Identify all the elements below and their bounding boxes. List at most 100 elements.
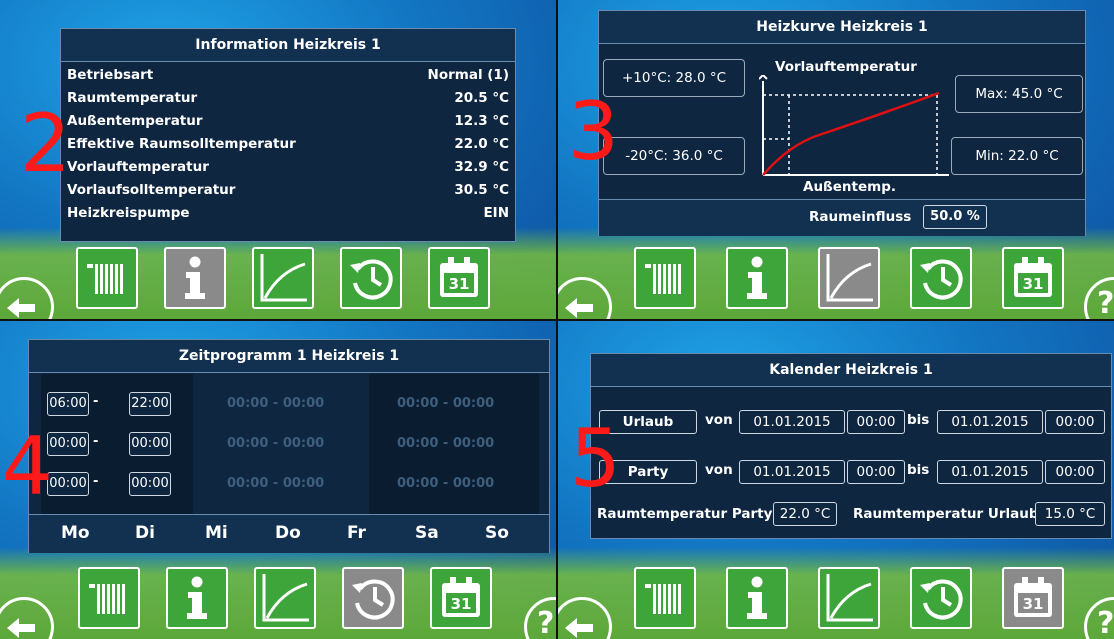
heating-curve-screen: Heizkurve Heizkreis 1 Raumeinfluss 50.0 … [558,0,1114,319]
time-dash: - [93,394,99,409]
day-so[interactable]: So [485,523,509,543]
urlaub-to-date[interactable]: 01.01.2015 [937,410,1043,434]
urlaub-from-date[interactable]: 01.01.2015 [739,410,845,434]
radiator-icon [89,584,125,614]
minus20-button[interactable]: -20°C: 36.0 °C [603,137,745,175]
calendar-button[interactable]: 31 [1002,567,1064,629]
nav-icon-bar: 31 [634,567,1064,629]
urlaub-temp-field[interactable]: 15.0 °C [1035,502,1105,526]
curve-icon [826,574,873,622]
info-value: 32.9 °C [454,159,509,175]
info-panel: Information Heizkreis 1 Betriebsart Norma… [60,28,516,242]
time-program-button[interactable] [340,247,402,309]
calendar-button[interactable]: 31 [430,567,492,629]
radiator-button[interactable] [78,567,140,629]
party-temp-field[interactable]: 22.0 °C [773,502,837,526]
inactive-time-slot[interactable]: 00:00 - 00:00 [227,436,324,451]
calendar-icon: 31 [1014,257,1052,297]
time-program-screen: Zeitprogramm 1 Heizkreis 1 06:00 - 22:00… [0,321,556,639]
calendar-button[interactable]: 31 [428,247,490,309]
inactive-time-slot[interactable]: 00:00 - 00:00 [397,396,494,411]
day-do[interactable]: Do [275,523,301,543]
radiator-button[interactable] [634,247,696,309]
curve-icon [826,254,873,302]
time-start-field[interactable]: 00:00 [47,432,89,456]
calendar-day-text: 31 [451,595,472,613]
y-axis-arrow [759,75,768,80]
max-button[interactable]: Max: 45.0 °C [955,75,1083,113]
raumeinfluss-value[interactable]: 50.0 % [923,205,987,229]
curve-icon [260,254,307,302]
info-icon [747,256,767,299]
party-from-date[interactable]: 01.01.2015 [739,460,845,484]
von-label: von [705,462,733,478]
time-program-button[interactable] [342,567,404,629]
curve-icon [262,574,309,622]
min-button[interactable]: Min: 22.0 °C [951,137,1083,175]
plus10-button[interactable]: +10°C: 28.0 °C [603,59,745,97]
radiator-button[interactable] [634,567,696,629]
day-bar: Mo Di Mi Do Fr Sa So [29,514,549,553]
heating-curve-button[interactable] [252,247,314,309]
help-icon: ? [1097,286,1114,319]
bis-label: bis [907,412,930,428]
calendar-panel: Kalender Heizkreis 1 Urlaub von 01.01.20… [590,353,1112,539]
inactive-time-slot[interactable]: 00:00 - 00:00 [227,476,324,491]
info-row: Raumtemperatur 20.5 °C [67,90,509,112]
screen-number: 5 [570,412,621,505]
inactive-time-slot[interactable]: 00:00 - 00:00 [397,476,494,491]
calendar-day-text: 31 [449,275,470,293]
time-program-button[interactable] [910,247,972,309]
info-value: 20.5 °C [454,90,509,106]
nav-icon-bar: 31 [78,567,492,629]
time-start-field[interactable]: 00:00 [47,472,89,496]
inactive-time-slot[interactable]: 00:00 - 00:00 [227,396,324,411]
info-value: 30.5 °C [454,182,509,198]
party-from-time[interactable]: 00:00 [847,460,905,484]
radiator-icon [645,584,681,614]
time-dash: - [93,434,99,449]
party-to-date[interactable]: 01.01.2015 [937,460,1043,484]
info-button[interactable] [726,247,788,309]
calendar-button[interactable]: 31 [1002,247,1064,309]
schedule-panel: Zeitprogramm 1 Heizkreis 1 06:00 - 22:00… [28,339,550,553]
urlaub-from-time[interactable]: 00:00 [847,410,905,434]
info-row: Betriebsart Normal (1) [67,67,509,89]
heating-curve-chart [759,75,949,176]
info-button[interactable] [726,567,788,629]
day-fr[interactable]: Fr [347,523,366,543]
inactive-time-slot[interactable]: 00:00 - 00:00 [397,436,494,451]
info-button[interactable] [166,567,228,629]
info-label: Außentemperatur [67,113,203,129]
heating-curve-button[interactable] [818,567,880,629]
day-di[interactable]: Di [135,523,155,543]
day-mo[interactable]: Mo [61,523,90,543]
time-end-field[interactable]: 00:00 [129,472,171,496]
info-label: Vorlaufsolltemperatur [67,182,236,198]
raumeinfluss-label: Raumeinfluss [809,209,912,225]
heating-curve-button[interactable] [818,247,880,309]
time-start-field[interactable]: 06:00 [47,392,89,416]
von-label: von [705,412,733,428]
day-mi[interactable]: Mi [205,523,228,543]
y-axis-label: Vorlauftemperatur [775,59,917,75]
info-label: Betriebsart [67,67,154,83]
day-sa[interactable]: Sa [415,523,439,543]
radiator-button[interactable] [76,247,138,309]
screen-number: 4 [2,420,53,513]
screen-number: 3 [568,85,619,178]
heating-curve-button[interactable] [254,567,316,629]
calendar-screen: Kalender Heizkreis 1 Urlaub von 01.01.20… [558,321,1114,639]
urlaub-to-time[interactable]: 00:00 [1045,410,1105,434]
info-label: Effektive Raumsolltemperatur [67,136,296,152]
party-to-time[interactable]: 00:00 [1045,460,1105,484]
time-program-button[interactable] [910,567,972,629]
calendar-icon: 31 [440,257,478,297]
nav-icon-bar: 31 [76,247,490,309]
back-arrow-icon [7,618,35,638]
time-end-field[interactable]: 00:00 [129,432,171,456]
time-end-field[interactable]: 22:00 [129,392,171,416]
info-button[interactable] [164,247,226,309]
calendar-day-text: 31 [1023,595,1044,613]
info-row: Effektive Raumsolltemperatur 22.0 °C [67,136,509,158]
